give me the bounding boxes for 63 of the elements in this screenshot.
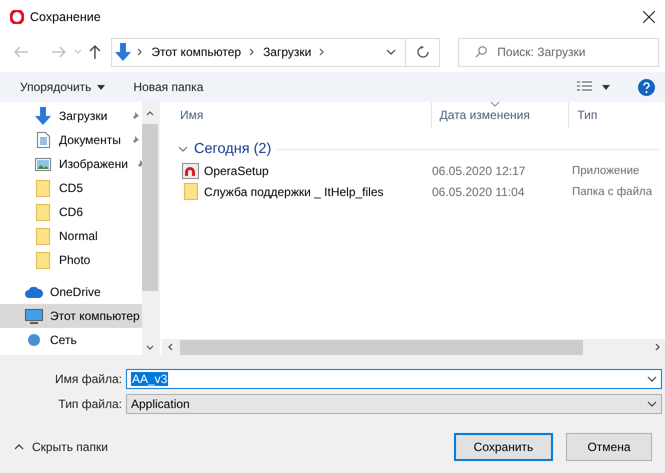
sidebar-item[interactable]: Загрузки xyxy=(0,104,142,128)
type-cell: Приложение xyxy=(572,164,640,176)
file-name[interactable]: OperaSetup xyxy=(204,164,269,178)
column-header[interactable]: Дата изменения xyxy=(432,102,570,128)
file-type-dropdown[interactable]: Application xyxy=(126,394,662,414)
column-header[interactable]: Тип xyxy=(569,102,665,128)
view-options-icon[interactable] xyxy=(577,81,592,93)
file-name-label: Имя файла: xyxy=(54,372,122,386)
folder-icon xyxy=(36,228,50,244)
download-arrow-icon xyxy=(115,43,132,61)
caret-icon xyxy=(97,84,106,90)
app-logo-icon xyxy=(10,10,24,24)
sidebar-item[interactable]: Этот компьютер xyxy=(0,304,142,328)
hide-folders-button[interactable]: Скрыть папки xyxy=(14,440,108,454)
caret-icon[interactable] xyxy=(602,84,610,90)
organize-button[interactable]: Упорядочить xyxy=(20,80,106,94)
scrollbar-thumb[interactable] xyxy=(142,124,158,291)
window-title: Сохранение xyxy=(30,10,102,24)
up-arrow-icon[interactable] xyxy=(89,45,102,59)
application-icon xyxy=(182,162,199,178)
sidebar-item[interactable]: CD6 xyxy=(0,200,142,224)
help-icon[interactable] xyxy=(638,78,655,96)
cancel-button[interactable]: Отмена xyxy=(566,433,652,461)
sidebar-item[interactable]: Photo xyxy=(0,248,142,272)
monitor-icon xyxy=(25,308,43,324)
folder-icon xyxy=(184,183,198,200)
vertical-scrollbar[interactable] xyxy=(142,102,158,355)
folder-icon xyxy=(36,204,50,220)
folder-icon xyxy=(36,180,50,196)
sidebar-item[interactable]: Normal xyxy=(0,224,142,248)
sidebar-item[interactable]: Изображени xyxy=(0,152,142,176)
sidebar-item[interactable]: CD5 xyxy=(0,176,142,200)
dropdown-chevron-icon xyxy=(647,374,657,384)
group-header[interactable]: Сегодня (2) xyxy=(172,138,665,160)
download-arrow-icon xyxy=(35,107,51,125)
horizontal-scrollbar[interactable] xyxy=(162,339,665,355)
document-icon xyxy=(36,132,50,148)
sidebar-item[interactable]: Документы xyxy=(0,128,142,152)
file-name[interactable]: Служба поддержки _ ItHelp_files xyxy=(204,184,384,198)
folder-icon xyxy=(36,252,50,268)
new-folder-button[interactable]: Новая папка xyxy=(133,80,204,94)
search-icon xyxy=(475,46,488,58)
date-cell: 06.05.2020 11:04 xyxy=(432,184,525,198)
search-field[interactable]: Поиск: Загрузки xyxy=(458,38,660,66)
breadcrumb[interactable]: Этот компьютер xyxy=(151,45,242,59)
column-header[interactable]: Имя xyxy=(172,102,432,128)
sidebar-item[interactable]: Сеть xyxy=(0,328,142,352)
type-cell: Папка с файла xyxy=(572,186,652,198)
file-name-field[interactable]: AA_v3 xyxy=(126,369,662,389)
chevron-up-icon xyxy=(14,442,24,452)
file-type-label: Тип файла: xyxy=(57,397,122,411)
dropdown-chevron-icon xyxy=(647,399,657,409)
breadcrumb[interactable]: Загрузки xyxy=(263,45,312,59)
refresh-icon[interactable] xyxy=(416,46,429,58)
address-bar[interactable]: Этот компьютер Загрузки xyxy=(111,38,440,66)
dropdown-chevron-icon xyxy=(386,47,396,57)
date-cell: 06.05.2020 12:17 xyxy=(432,164,526,178)
sidebar-item[interactable]: OneDrive xyxy=(0,280,142,304)
cloud-icon xyxy=(25,286,43,298)
scrollbar-thumb[interactable] xyxy=(180,340,583,354)
picture-icon xyxy=(35,158,51,170)
save-button[interactable]: Сохранить xyxy=(454,433,553,461)
close-icon[interactable] xyxy=(643,11,655,23)
